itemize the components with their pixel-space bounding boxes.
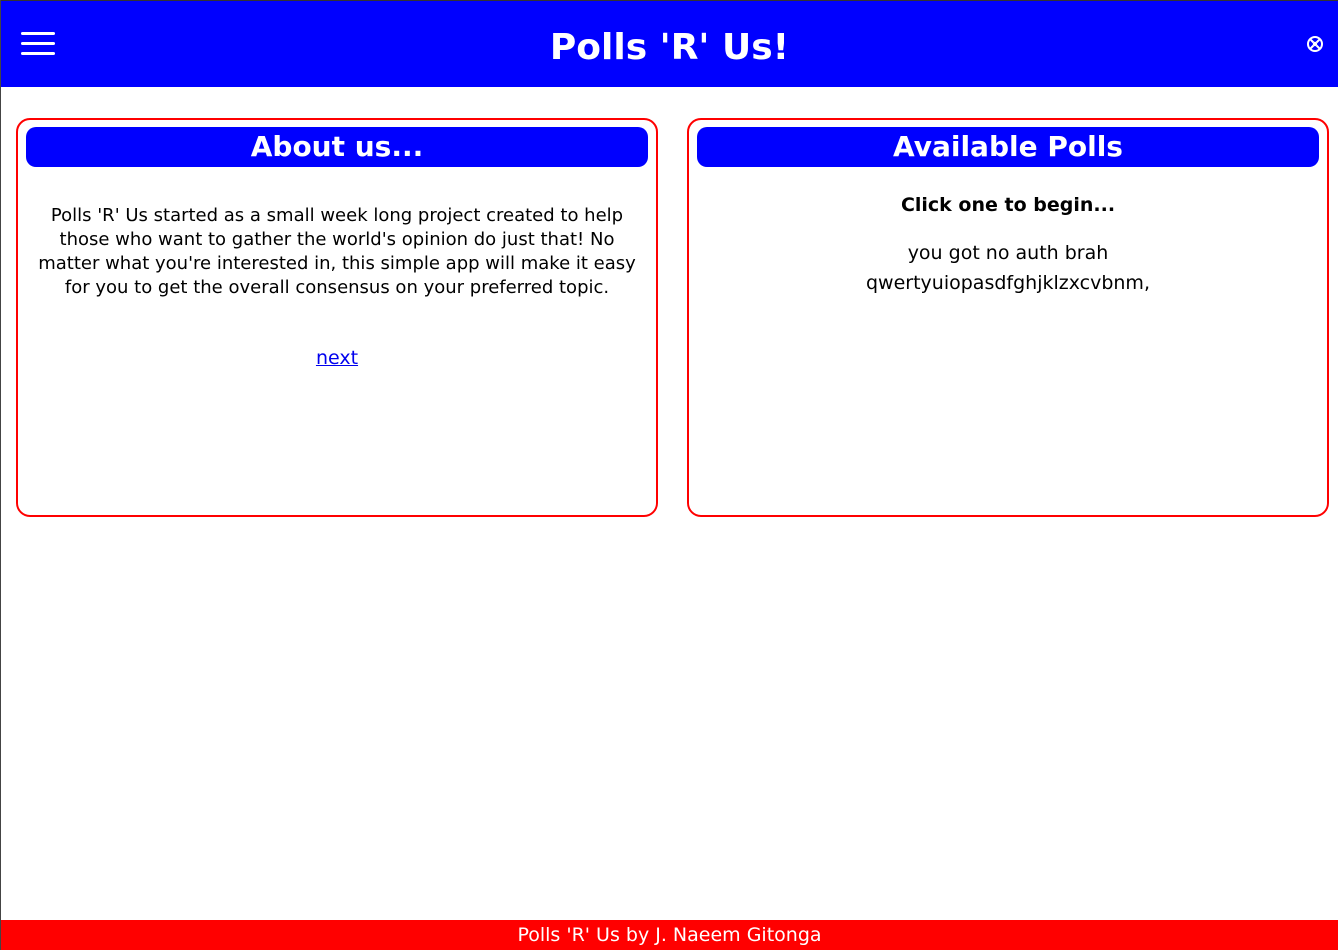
login-icon[interactable] bbox=[1306, 35, 1324, 53]
poll-item[interactable]: qwertyuiopasdfghjklzxcvbnm, bbox=[689, 268, 1327, 298]
polls-instruction: Click one to begin... bbox=[900, 194, 1116, 216]
polls-panel: Available Polls Click one to begin... yo… bbox=[687, 118, 1329, 517]
poll-item[interactable]: you got no auth brah bbox=[689, 238, 1327, 268]
page: Polls 'R' Us! About us... Polls 'R' Us s… bbox=[0, 0, 1338, 950]
next-link[interactable]: next bbox=[316, 347, 358, 369]
app-header: Polls 'R' Us! bbox=[1, 0, 1338, 87]
about-panel: About us... Polls 'R' Us started as a sm… bbox=[16, 118, 658, 517]
poll-list: you got no auth brah qwertyuiopasdfghjkl… bbox=[689, 238, 1327, 298]
about-description: Polls 'R' Us started as a small week lon… bbox=[38, 205, 636, 298]
app-footer: Polls 'R' Us by J. Naeem Gitonga bbox=[1, 920, 1338, 950]
app-title: Polls 'R' Us! bbox=[549, 27, 790, 68]
about-heading: About us... bbox=[26, 127, 648, 167]
next-link-wrapper: next bbox=[18, 346, 656, 370]
polls-heading: Available Polls bbox=[697, 127, 1319, 167]
